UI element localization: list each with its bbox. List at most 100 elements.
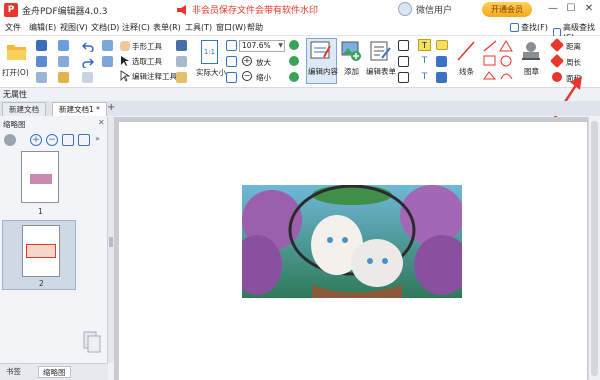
page-number-2: 2 <box>39 279 44 288</box>
zoom-select[interactable]: 107.6% ▼ <box>239 40 285 52</box>
more-options-icon[interactable]: » <box>95 134 100 143</box>
copy-icon[interactable] <box>82 72 93 83</box>
zoom-in-label[interactable]: 放大 <box>256 57 271 68</box>
scrollbar-thumb[interactable] <box>591 121 598 376</box>
menu-form[interactable]: 表单(R) <box>153 22 181 33</box>
actual-size-label[interactable]: 实际大小 <box>196 67 226 78</box>
tag-icon[interactable] <box>58 72 69 83</box>
note-icon[interactable] <box>176 72 187 83</box>
save-icon[interactable] <box>36 40 47 51</box>
maximize-button[interactable]: ☐ <box>564 2 578 16</box>
fit-visible-icon[interactable] <box>226 72 237 83</box>
menu-edit[interactable]: 编辑(E) <box>29 22 56 33</box>
zoom-out-label[interactable]: 缩小 <box>256 72 271 83</box>
email-icon[interactable] <box>58 56 69 67</box>
menu-annotation[interactable]: 注释(C) <box>122 22 150 33</box>
splitter-grip[interactable] <box>109 237 113 247</box>
hand-tool-label[interactable]: 手形工具 <box>132 41 162 52</box>
add-tab-button[interactable]: + <box>107 102 115 113</box>
edit-annotation-cursor-icon[interactable] <box>120 70 130 82</box>
thumb-rotate-right-icon[interactable] <box>78 134 90 146</box>
select-tool-label[interactable]: 选取工具 <box>132 56 162 67</box>
edit-form-icon[interactable] <box>370 40 392 62</box>
rotate-cw-icon[interactable] <box>289 56 299 66</box>
minimize-button[interactable]: — <box>546 2 560 16</box>
tab-document-1[interactable]: 新建文档1 * <box>52 102 107 116</box>
undo-icon[interactable] <box>82 40 94 52</box>
audio-icon[interactable] <box>436 72 447 83</box>
document-viewport[interactable] <box>114 117 588 380</box>
tab-thumbnails[interactable]: 缩略图 <box>38 366 71 378</box>
stamp-icon[interactable] <box>520 40 542 62</box>
redo-icon[interactable] <box>82 56 94 68</box>
print-icon[interactable] <box>36 56 47 67</box>
pdf-page[interactable] <box>119 122 587 380</box>
thumb-page-preview-1 <box>21 151 59 203</box>
select-cursor-icon[interactable] <box>120 55 130 67</box>
thumb-rotate-left-icon[interactable] <box>62 134 74 146</box>
promo-banner[interactable]: 非会员保存文件会带有软件水印 <box>176 3 318 16</box>
page-thumbnail-1[interactable]: 1 <box>2 151 76 221</box>
perimeter-icon[interactable] <box>549 53 565 69</box>
close-button[interactable]: ✕ <box>582 2 596 16</box>
rotate-ccw-icon[interactable] <box>289 72 299 82</box>
snapshot-icon[interactable] <box>176 40 187 51</box>
find-button[interactable]: 查找(F) <box>510 22 548 33</box>
menu-document[interactable]: 文档(D) <box>91 22 119 33</box>
shape-tools-icon[interactable] <box>482 39 516 83</box>
menu-window[interactable]: 窗口(W) <box>216 22 246 33</box>
fit-width-icon[interactable] <box>226 56 237 67</box>
save-as-icon[interactable] <box>58 40 69 51</box>
vip-button[interactable]: 开通会员 <box>482 2 532 17</box>
typewriter-icon[interactable]: T <box>418 56 431 67</box>
sticky-note-icon[interactable] <box>436 40 448 50</box>
text-field-icon[interactable] <box>398 40 409 51</box>
menu-tools[interactable]: 工具(T) <box>185 22 212 33</box>
stamp-label[interactable]: 图章 <box>524 66 539 77</box>
megaphone-icon <box>177 4 186 15</box>
hand-tool-icon[interactable] <box>120 41 130 51</box>
zoom-out-icon[interactable]: − <box>242 71 252 81</box>
perimeter-label[interactable]: 周长 <box>566 57 581 68</box>
text-annotation-icon[interactable]: T <box>418 39 431 51</box>
textbox-icon[interactable]: T <box>418 72 431 83</box>
edit-annotation-label[interactable]: 编辑注释工具 <box>132 71 177 82</box>
checkbox-icon[interactable] <box>398 56 409 67</box>
add-image-icon[interactable] <box>341 40 363 62</box>
actual-size-icon[interactable]: 1:1 <box>201 40 218 64</box>
menu-file[interactable]: 文件 <box>5 22 21 33</box>
avatar <box>398 2 412 16</box>
menu-help[interactable]: 帮助 <box>247 22 263 33</box>
menu-view[interactable]: 视图(V) <box>60 22 88 33</box>
radio-icon[interactable] <box>398 72 409 83</box>
user-account[interactable]: 微信用户 <box>398 2 452 16</box>
tab-bookmarks[interactable]: 书签 <box>2 366 25 378</box>
distance-icon[interactable] <box>549 37 565 53</box>
settings-gear-icon[interactable] <box>4 134 16 146</box>
add-label[interactable]: 添加 <box>344 66 359 77</box>
clipboard-icon[interactable] <box>176 56 187 67</box>
panel-bottom-tabs: 书签 缩略图 <box>0 363 108 380</box>
new-doc-icon[interactable] <box>36 72 47 83</box>
open-label[interactable]: 打开(O) <box>2 67 29 78</box>
line-label[interactable]: 线条 <box>459 66 474 77</box>
page-thumbnail-2[interactable]: 2 <box>2 220 76 290</box>
panel-close-icon[interactable]: ✕ <box>98 118 105 127</box>
paste-icon[interactable] <box>102 56 113 67</box>
highlight-icon[interactable] <box>436 56 447 67</box>
zoom-in-icon[interactable]: + <box>242 56 252 66</box>
edit-form-label[interactable]: 编辑表单 <box>366 66 396 77</box>
thumb-page-preview-2 <box>22 225 60 277</box>
fit-page-icon[interactable] <box>226 40 237 51</box>
kittens-photo[interactable] <box>242 185 462 298</box>
line-tool-icon[interactable] <box>456 40 476 62</box>
distance-label[interactable]: 距离 <box>566 41 581 52</box>
cut-icon[interactable] <box>102 40 113 51</box>
thumb-zoom-out-icon[interactable]: − <box>46 134 58 146</box>
refresh-icon[interactable] <box>289 40 299 50</box>
vertical-scrollbar[interactable] <box>588 117 600 380</box>
tab-document[interactable]: 新建文档 <box>2 102 46 116</box>
folder-open-icon[interactable] <box>6 42 28 62</box>
thumb-zoom-in-icon[interactable]: + <box>30 134 42 146</box>
properties-status: 无属性 <box>3 90 27 99</box>
